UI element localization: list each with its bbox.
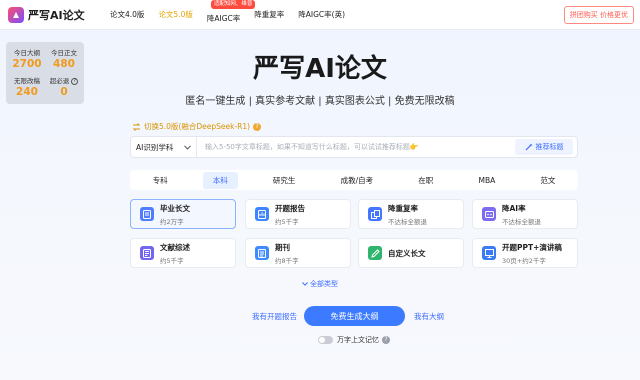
card-subtitle: 约5千字 bbox=[275, 217, 299, 226]
nav-item-label: 论文4.0版 bbox=[110, 10, 145, 19]
page-title: 严写AI论文 bbox=[253, 54, 387, 84]
memory-label: 万字上文记忆 bbox=[337, 336, 379, 344]
top-navigation-bar: 严写AI论文 论文4.0版 论文5.0版 适配知网、维普 降AIGC率 降重复率… bbox=[0, 0, 640, 30]
card-subtitle: 约8千字 bbox=[275, 256, 299, 265]
nav-item-reduce-aigc-en[interactable]: 降AIGC率(英) bbox=[298, 0, 345, 30]
suggest-title-button[interactable]: 推荐标题 bbox=[515, 139, 573, 155]
subject-type-select[interactable]: AI识别学科 bbox=[131, 137, 197, 157]
card-subtitle: 不达标全额退 bbox=[388, 217, 427, 226]
tab-junior-college[interactable]: 专科 bbox=[143, 172, 178, 189]
subject-type-label: AI识别学科 bbox=[136, 142, 174, 152]
switch-version-link[interactable]: 切换5.0版(融合DeepSeek-R1) ? bbox=[132, 121, 262, 132]
have-outline-link[interactable]: 我有大纲 bbox=[414, 311, 444, 322]
title-input[interactable]: 输入5-50字文章标题，如果不知道写什么标题，可以试试推荐标题👉 bbox=[197, 142, 515, 152]
main-nav: 论文4.0版 论文5.0版 适配知网、维普 降AIGC率 降重复率 降AIGC率… bbox=[110, 0, 359, 30]
page-subtitle: 匿名一键生成 | 真实参考文献 | 真实图表公式 | 免费无限改稿 bbox=[185, 96, 455, 107]
nav-item-thesis-5[interactable]: 论文5.0版 bbox=[158, 0, 192, 30]
nav-badge: 适配知网、维普 bbox=[210, 0, 256, 9]
switch-version-label: 切换5.0版(融合DeepSeek-R1) bbox=[144, 122, 251, 131]
card-graduation-thesis[interactable]: 毕业长文 约2万字 bbox=[130, 199, 236, 229]
ai-icon bbox=[482, 207, 496, 221]
journal-icon bbox=[255, 246, 269, 260]
card-subtitle: 30页+约2千字 bbox=[502, 256, 546, 265]
switch-icon bbox=[132, 122, 141, 131]
card-title: 文献综述 bbox=[160, 242, 190, 252]
card-text: 文献综述 约5千字 bbox=[160, 242, 190, 265]
nav-item-label: 降AIGC率 bbox=[206, 14, 241, 23]
nav-item-thesis-4[interactable]: 论文4.0版 bbox=[110, 0, 144, 30]
edit-icon bbox=[368, 246, 382, 260]
card-literature-review[interactable]: 文献综述 约5千字 bbox=[130, 238, 236, 268]
card-title: 期刊 bbox=[275, 242, 290, 252]
education-level-tabs: 专科 本科 研究生 成教/自考 在职 MBA 范文 bbox=[130, 170, 578, 190]
card-subtitle: 不达标全额退 bbox=[502, 217, 541, 226]
card-custom-long-text[interactable]: 自定义长文 bbox=[358, 238, 464, 268]
document-icon bbox=[140, 207, 154, 221]
help-icon[interactable]: ? bbox=[253, 122, 262, 131]
card-text: 降AI率 不达标全额退 bbox=[502, 203, 541, 226]
card-text: 期刊 约8千字 bbox=[275, 242, 299, 265]
chevron-down-icon bbox=[302, 282, 308, 286]
tab-undergraduate[interactable]: 本科 bbox=[202, 171, 238, 189]
tab-postgraduate[interactable]: 研究生 bbox=[263, 172, 306, 189]
brand[interactable]: 严写AI论文 bbox=[8, 6, 98, 23]
tab-mba[interactable]: MBA bbox=[468, 173, 505, 188]
nav-item-label: 降AIGC率(英) bbox=[298, 10, 346, 19]
card-text: 降重复率 不达标全额退 bbox=[388, 203, 427, 226]
nav-item-reduce-duplicate[interactable]: 降重复率 bbox=[254, 0, 284, 30]
card-reduce-ai[interactable]: 降AI率 不达标全额退 bbox=[472, 199, 578, 229]
tab-sample[interactable]: 范文 bbox=[530, 172, 565, 189]
card-text: 自定义长文 bbox=[388, 248, 426, 259]
presentation-icon bbox=[482, 246, 496, 260]
card-title: 降AI率 bbox=[502, 203, 526, 213]
memory-toggle[interactable] bbox=[318, 336, 333, 344]
tab-adult-education[interactable]: 成教/自考 bbox=[331, 172, 384, 189]
card-journal[interactable]: 期刊 约8千字 bbox=[245, 238, 351, 268]
group-buy-button[interactable]: 拼团购买 价格更优 bbox=[563, 6, 634, 24]
card-reduce-duplicate[interactable]: 降重复率 不达标全额退 bbox=[358, 199, 464, 229]
card-title: 开题报告 bbox=[275, 203, 305, 213]
card-title: 自定义长文 bbox=[388, 248, 426, 258]
card-title: 毕业长文 bbox=[160, 203, 190, 213]
card-title: 开题PPT+演讲稿 bbox=[502, 242, 562, 252]
help-icon[interactable]: ? bbox=[382, 336, 390, 344]
all-types-toggle[interactable]: 全部类型 bbox=[0, 279, 640, 289]
card-subtitle: 约2万字 bbox=[160, 217, 184, 226]
duplicate-icon bbox=[368, 207, 382, 221]
brand-name: 严写AI论文 bbox=[28, 8, 85, 22]
chevron-down-icon bbox=[184, 144, 191, 150]
card-text: 毕业长文 约2万字 bbox=[160, 203, 190, 226]
title-input-row: AI识别学科 输入5-50字文章标题，如果不知道写什么标题，可以试试推荐标题👉 … bbox=[130, 136, 578, 158]
nav-item-reduce-aigc[interactable]: 适配知网、维普 降AIGC率 bbox=[206, 0, 256, 30]
book-icon bbox=[140, 246, 154, 260]
tab-on-job[interactable]: 在职 bbox=[408, 172, 443, 189]
nav-item-label: 论文5.0版 bbox=[158, 10, 193, 19]
report-icon bbox=[255, 207, 269, 221]
generate-outline-button[interactable]: 免费生成大纲 bbox=[304, 306, 405, 326]
card-text: 开题PPT+演讲稿 30页+约2千字 bbox=[502, 242, 562, 265]
card-text: 开题报告 约5千字 bbox=[275, 203, 305, 226]
have-proposal-link[interactable]: 我有开题报告 bbox=[252, 311, 297, 322]
magic-wand-icon bbox=[525, 143, 532, 151]
action-row: 我有开题报告 免费生成大纲 我有大纲 bbox=[0, 306, 640, 326]
memory-toggle-row: 万字上文记忆 ? bbox=[318, 335, 390, 345]
card-subtitle: 约5千字 bbox=[160, 256, 184, 265]
card-proposal-report[interactable]: 开题报告 约5千字 bbox=[245, 199, 351, 229]
card-title: 降重复率 bbox=[388, 203, 418, 213]
suggest-title-label: 推荐标题 bbox=[535, 143, 564, 151]
nav-item-label: 降重复率 bbox=[254, 10, 285, 19]
card-ppt-speech[interactable]: 开题PPT+演讲稿 30页+约2千字 bbox=[472, 238, 578, 268]
all-types-label: 全部类型 bbox=[310, 280, 338, 288]
logo-icon bbox=[8, 6, 24, 23]
